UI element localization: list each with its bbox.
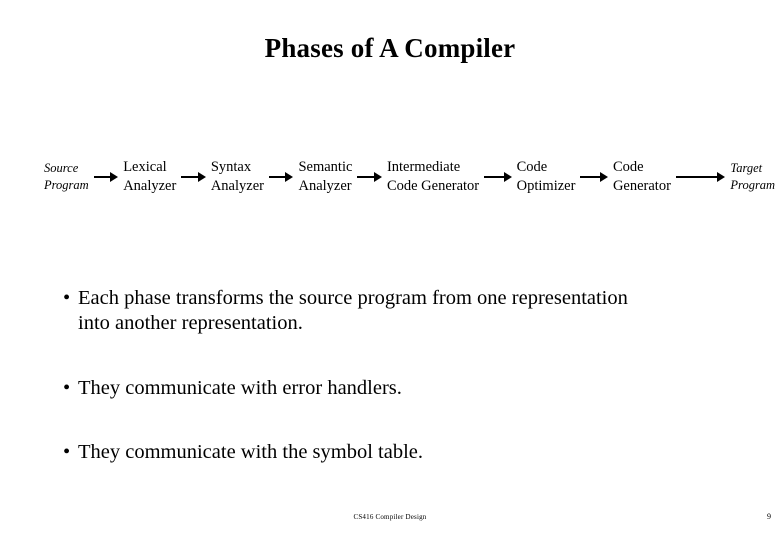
node-label-line2: Analyzer [210,178,264,194]
arrow-icon-optimizer-to-generator [580,172,608,182]
bullet-marker-icon: • [63,441,71,463]
arrow-icon-lexical-to-syntax [181,172,206,182]
page-title: Phases of A Compiler [264,33,516,63]
arrow-icon-generator-to-target [675,172,726,182]
arrow-icon-semantic-to-intermediate [357,172,382,182]
list-item: • They communicate with the symbol table… [62,440,752,465]
arrow-icon-intermediate-to-optimizer [484,172,512,182]
node-label-line2: Generator [612,178,671,194]
bullet-list: • Each phase transforms the source progr… [62,286,752,465]
diagram-node-lexical-analyzer: Lexical Analyzer [123,158,176,196]
arrow-head [285,172,294,182]
bullet-marker-icon: • [63,377,71,399]
diagram-node-target-program: Target Program [730,160,775,194]
diagram-node-code-optimizer: Code Optimizer [517,158,576,196]
arrow-head [717,172,726,182]
footer-course-label: CS416 Compiler Design [353,513,427,521]
diagram-node-syntax-analyzer: Syntax Analyzer [211,158,264,196]
diagram-node-intermediate-code-generator: Intermediate Code Generator [387,158,479,196]
node-label-line1: Semantic [298,159,353,175]
arrow-shaft [357,175,375,179]
arrow-head [373,172,382,182]
arrow-shaft [580,175,601,179]
arrow-head [110,172,119,182]
node-label-line1: Code [516,159,548,175]
arrow-icon-source-to-lexical [93,172,119,182]
list-item: • They communicate with error handlers. [62,376,752,401]
node-label-line2: Program [730,178,776,192]
arrow-icon-syntax-to-semantic [268,172,294,182]
diagram-node-semantic-analyzer: Semantic Analyzer [298,158,352,196]
node-label-line2: Optimizer [516,178,576,194]
arrow-shaft [268,175,286,179]
node-label-line1: Code [612,159,644,175]
node-label-line1: Lexical [123,159,167,175]
arrow-shaft [181,175,199,179]
arrow-head [599,172,608,182]
bullet-text-line2: into another representation. [78,312,303,334]
node-label-line2: Analyzer [298,178,352,194]
node-label-line1: Source [44,161,79,175]
slide: Phases of A Compiler Source Program Lexi… [0,0,780,540]
node-label-line2: Program [44,178,89,192]
diagram-node-code-generator: Code Generator [613,158,671,196]
compiler-phases-diagram: Source Program Lexical Analyzer Syntax A… [44,152,775,202]
bullet-text-line1: They communicate with error handlers. [78,377,402,399]
node-label-line1: Target [730,161,763,175]
node-label-line1: Intermediate [386,159,461,175]
node-label-line2: Analyzer [123,178,177,194]
page-number: 9 [767,512,771,521]
arrow-head [503,172,512,182]
bullet-text-line1: Each phase transforms the source program… [78,287,628,309]
bullet-text-line1: They communicate with the symbol table. [78,441,423,463]
node-label-line2: Code Generator [386,178,480,194]
bullet-marker-icon: • [63,287,71,309]
node-label-line1: Syntax [210,159,252,175]
arrow-shaft [675,175,718,179]
list-item: • Each phase transforms the source progr… [62,286,752,336]
diagram-node-source-program: Source Program [44,160,89,194]
arrow-head [197,172,206,182]
arrow-shaft [484,175,505,179]
arrow-shaft [93,175,111,179]
